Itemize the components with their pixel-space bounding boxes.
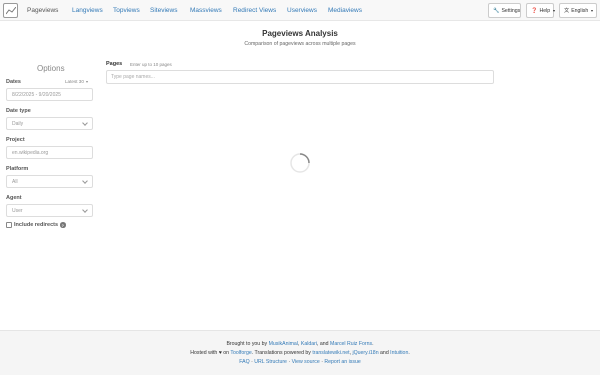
author-link-kaldari[interactable]: Kaldari [301,341,317,347]
date-type-label: Date type [6,108,31,114]
platform-select[interactable]: All [6,175,93,188]
dates-label: Dates [6,79,21,85]
view-source-link[interactable]: View source [292,359,320,365]
author-link-musikanimal[interactable]: MusikAnimal [269,341,298,347]
settings-button[interactable]: 🔧 Settings [488,3,521,18]
project-value: en.wikipedia.org [12,149,49,156]
footer-translations-text: . Translations powered by [251,350,311,356]
caret-down-icon [553,9,556,12]
caret-down-icon [591,9,594,12]
nav-link-langviews[interactable]: Langviews [72,7,103,14]
page-title: Pageviews Analysis [262,29,338,38]
platform-value: All [12,178,18,185]
date-type-select[interactable]: Daily [6,117,93,130]
date-range-value: 8/22/2025 - 9/20/2025 [12,91,61,98]
date-range-input[interactable]: 8/22/2025 - 9/20/2025 [6,88,93,101]
agent-value: User [12,207,23,214]
question-circle-icon: ❓ [531,7,538,14]
date-type-value: Daily [12,120,24,127]
project-input[interactable]: en.wikipedia.org [6,146,93,159]
page-subtitle: Comparison of pageviews across multiple … [244,41,356,47]
footer-hosting: Hosted with ♥ on Toolforge. Translations… [190,350,410,356]
include-redirects-checkbox[interactable] [6,222,12,228]
report-issue-link[interactable]: Report an issue [324,359,360,365]
platform-label: Platform [6,166,29,172]
toolforge-link[interactable]: Toolforge [230,350,251,356]
nav-link-siteviews[interactable]: Siteviews [150,7,177,14]
nav-link-massviews[interactable]: Massviews [190,7,222,14]
options-heading: Options [37,64,65,73]
latest-dropdown[interactable]: Latest 30 [65,79,89,84]
translatewiki-link[interactable]: translatewiki.net [312,350,349,356]
footer-and: , and [317,341,329,347]
caret-down-icon [86,81,89,83]
help-circle-icon[interactable]: ? [60,222,66,228]
nav-link-userviews[interactable]: Userviews [287,7,317,14]
language-button[interactable]: 文 English [559,3,597,18]
agent-select[interactable]: User [6,204,93,217]
project-label: Project [6,137,25,143]
footer: Brought to you by MusikAnimal, Kaldari, … [0,330,600,375]
jquery-i18n-link[interactable]: jQuery.i18n [352,350,378,356]
loading-spinner-icon [290,153,310,173]
nav-link-mediaviews[interactable]: Mediaviews [328,7,362,14]
top-navbar: Pageviews Langviews Topviews Siteviews M… [0,0,600,21]
faq-link[interactable]: FAQ [239,359,249,365]
separator: · [251,359,253,365]
language-label: English [571,7,589,14]
wrench-icon: 🔧 [493,7,500,14]
agent-label: Agent [6,195,22,201]
pages-placeholder: Type page names... [111,74,155,80]
pages-hint: Enter up to 10 pages [130,62,172,67]
pages-input[interactable]: Type page names... [106,70,494,84]
include-redirects-label[interactable]: Include redirects [14,222,58,228]
include-redirects-row: Include redirects ? [6,222,66,228]
nav-link-redirect-views[interactable]: Redirect Views [233,7,276,14]
footer-credits: Brought to you by MusikAnimal, Kaldari, … [226,341,374,347]
footer-and-2: and [380,350,389,356]
nav-link-topviews[interactable]: Topviews [113,7,140,14]
latest-label: Latest 30 [65,79,84,84]
brand-pageviews[interactable]: Pageviews [27,7,58,14]
footer-links: FAQ · URL Structure · View source · Repo… [0,359,600,365]
footer-credits-prefix: Brought to you by [226,341,268,347]
pageviews-logo-icon[interactable] [3,3,18,18]
separator: · [288,359,291,365]
url-structure-link[interactable]: URL Structure [254,359,287,365]
help-button[interactable]: ❓ Help [526,3,556,18]
settings-label: Settings [501,7,521,14]
separator: · [321,359,323,365]
author-link-marcel[interactable]: Marcel Ruiz Forns [330,341,372,347]
intuition-link[interactable]: Intuition [390,350,408,356]
translate-icon: 文 [564,8,570,14]
help-label: Help [539,7,551,14]
pages-label: Pages [106,61,123,67]
footer-hosted-prefix: Hosted with ♥ on [190,350,230,356]
